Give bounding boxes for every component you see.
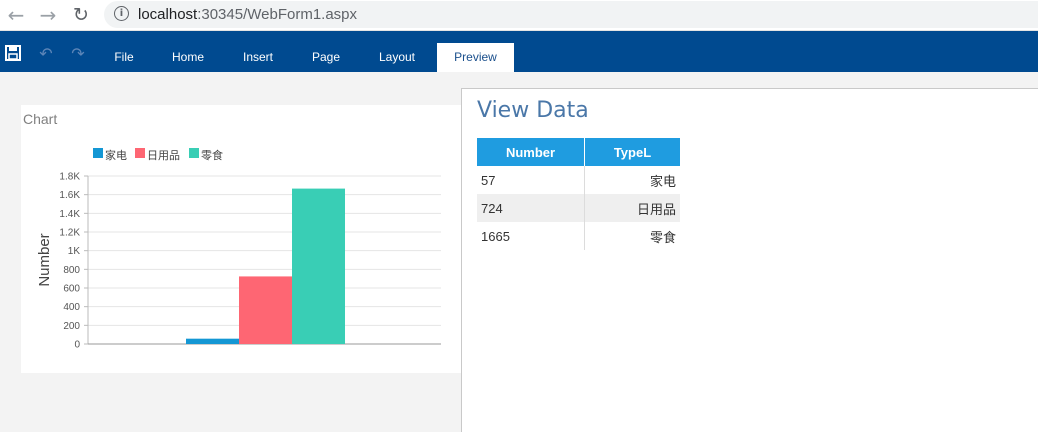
y-tick-label: 800 xyxy=(63,265,80,276)
tab-file[interactable]: File xyxy=(103,43,145,72)
redo-icon[interactable]: ↷ xyxy=(69,45,87,63)
tab-preview[interactable]: Preview xyxy=(437,43,514,72)
y-tick-label: 200 xyxy=(63,321,80,332)
address-bar[interactable]: i localhost:30345/WebForm1.aspx xyxy=(104,1,1038,28)
tab-layout[interactable]: Layout xyxy=(369,43,425,72)
y-tick-label: 1.4K xyxy=(59,209,80,220)
y-tick-label: 1.6K xyxy=(59,190,80,201)
url-host: localhost xyxy=(138,6,198,23)
url-path: :30345/WebForm1.aspx xyxy=(197,6,358,23)
back-arrow-icon[interactable]: ← xyxy=(5,4,27,26)
y-tick-label: 1.8K xyxy=(59,172,80,183)
table-cell-number: 1665 xyxy=(477,222,585,250)
table-cell-type: 日用品 xyxy=(584,194,680,222)
data-table: Number TypeL 57 家电 724 日用品 1665 零食 xyxy=(477,138,680,250)
bar-2 xyxy=(239,276,292,344)
chart-panel: Chart 家电 日用品 零食 0 200 400 600 800 1K 1.2K 1.4K 1… xyxy=(21,105,461,373)
table-header-row: Number TypeL xyxy=(477,138,680,166)
forward-arrow-icon[interactable]: → xyxy=(37,4,59,26)
column-header-number[interactable]: Number xyxy=(477,138,585,166)
table-cell-number: 724 xyxy=(477,194,585,222)
app-ribbon: ↶ ↷ File Home Insert Page Layout Preview xyxy=(0,31,1038,72)
view-data-title: View Data xyxy=(477,98,589,123)
table-cell-type: 家电 xyxy=(649,173,676,189)
save-icon[interactable] xyxy=(4,45,22,63)
y-tick-label: 1.2K xyxy=(59,228,80,239)
table-row: 57 家电 xyxy=(477,166,680,194)
table-row: 1665 零食 xyxy=(477,222,680,250)
info-icon[interactable]: i xyxy=(114,6,129,21)
save-icon-graphic xyxy=(5,45,21,61)
browser-toolbar: ← → ↻ i localhost:30345/WebForm1.aspx xyxy=(0,0,1038,31)
bar-3 xyxy=(292,188,345,344)
table-cell-type: 零食 xyxy=(649,229,676,245)
bar-1 xyxy=(186,338,239,344)
y-tick-label: 0 xyxy=(74,340,80,351)
undo-icon[interactable]: ↶ xyxy=(37,45,55,63)
column-header-typel[interactable]: TypeL xyxy=(584,138,680,166)
y-tick-label: 1K xyxy=(68,246,81,257)
table-row: 724 日用品 xyxy=(477,194,680,222)
y-tick-label: 400 xyxy=(63,302,80,313)
tab-insert[interactable]: Insert xyxy=(232,43,284,72)
bar-chart: 0 200 400 600 800 1K 1.2K 1.4K 1.6K 1.8K Number xyxy=(36,172,441,351)
tab-page[interactable]: Page xyxy=(300,43,352,72)
reload-icon[interactable]: ↻ xyxy=(70,4,92,26)
tab-home[interactable]: Home xyxy=(162,43,214,72)
table-cell-number: 57 xyxy=(477,166,585,194)
y-axis-label: Number xyxy=(36,233,53,286)
y-tick-label: 600 xyxy=(63,284,80,295)
url-text[interactable]: localhost:30345/WebForm1.aspx xyxy=(138,6,357,23)
view-data-panel: View Data Number TypeL 57 家电 724 日用品 166… xyxy=(461,88,1038,432)
